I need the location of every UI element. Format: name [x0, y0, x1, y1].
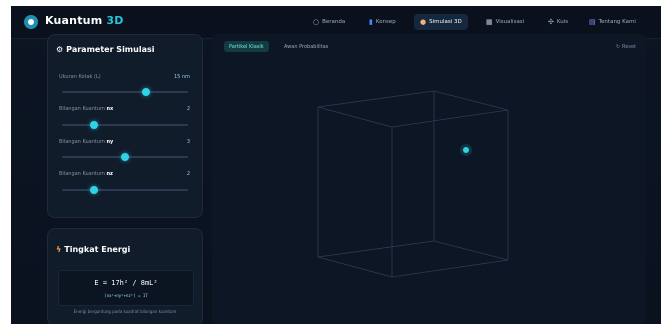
ny-label-prefix: Bilangan Kuantum: [59, 139, 105, 145]
ny-symbol: ny: [106, 139, 114, 145]
users-icon: ▤: [589, 17, 596, 26]
nav-item-visualisasi[interactable]: ▦ Visualisasi: [486, 14, 524, 30]
nav-item-label: Tentang Kami: [598, 19, 636, 25]
energy-panel: ϟ Tingkat Energi E = 17h² / 8mL² (nx²+ny…: [47, 228, 203, 324]
nz-symbol: nz: [106, 171, 113, 177]
lightning-icon: ϟ: [56, 245, 62, 254]
nx-symbol: nx: [106, 106, 114, 112]
book-icon: ▮: [369, 17, 373, 26]
ny-label: Bilangan Kuantum ny: [59, 139, 113, 145]
box-size-label: Ukuran Kotak (L): [59, 74, 101, 80]
chart-icon: ▦: [486, 17, 493, 26]
ny-slider[interactable]: [62, 153, 188, 161]
parameter-panel-title: ⚙ Parameter Simulasi: [56, 45, 154, 54]
slider-thumb[interactable]: [89, 121, 98, 129]
cube-canvas: [317, 90, 509, 278]
parameter-title-text: Parameter Simulasi: [66, 45, 155, 54]
nav-item-label: Konsep: [375, 19, 396, 25]
nav-item-konsep[interactable]: ▮ Konsep: [369, 14, 396, 30]
nx-label: Bilangan Kuantum nx: [59, 106, 113, 112]
energy-panel-title: ϟ Tingkat Energi: [56, 245, 130, 254]
nav-item-label: Visualisasi: [495, 19, 525, 25]
nav-item-beranda[interactable]: ○ Beranda: [313, 14, 345, 30]
nx-value: 2: [186, 106, 190, 112]
quantum-particle: [463, 147, 469, 153]
box-size-value: 15 nm: [174, 74, 190, 80]
nx-slider[interactable]: [62, 121, 188, 129]
circle-icon: ○: [313, 17, 320, 26]
brand-title[interactable]: Kuantum 3D: [45, 14, 124, 27]
box-size-slider[interactable]: [62, 88, 188, 96]
brand-name: Kuantum: [45, 14, 103, 27]
nz-label-prefix: Bilangan Kuantum: [59, 171, 105, 177]
slider-thumb[interactable]: [121, 153, 129, 161]
cube-bottom-face: [317, 240, 509, 278]
energy-title-text: Tingkat Energi: [64, 245, 131, 254]
brand-suffix: 3D: [106, 14, 124, 27]
nav-item-kuis[interactable]: ✣ Kuis: [548, 14, 568, 30]
energy-note: Energi bergantung pada kuadrat bilangan …: [73, 309, 177, 314]
ny-value: 3: [186, 139, 190, 145]
nz-label: Bilangan Kuantum nz: [59, 171, 113, 177]
gear-icon: ⚙: [56, 45, 64, 54]
nav-item-label: Beranda: [322, 19, 346, 25]
app-window: Kuantum 3D ○ Beranda ▮ Konsep ● Simulasi…: [11, 6, 661, 324]
nav-item-tentang-kami[interactable]: ▤ Tentang Kami: [589, 14, 636, 30]
atom-icon: ●: [420, 17, 427, 26]
nav-item-simulasi-3d[interactable]: ● Simulasi 3D: [414, 14, 468, 30]
nz-slider[interactable]: [62, 186, 188, 194]
nav-item-label: Simulasi 3D: [429, 19, 462, 25]
simulation-viewer[interactable]: Partikel Klasik Awan Probabilitas ↻ Rese…: [212, 34, 646, 324]
nz-value: 2: [186, 171, 190, 177]
quantum-sum: (nx²+ny²+nz²) = 17: [104, 293, 148, 298]
nx-label-prefix: Bilangan Kuantum: [59, 106, 105, 112]
cube-top-face: [317, 90, 509, 128]
puzzle-icon: ✣: [548, 17, 554, 26]
atom-logo-icon: [24, 15, 38, 29]
slider-thumb[interactable]: [89, 186, 98, 194]
slider-thumb[interactable]: [142, 88, 151, 96]
energy-formula-box: E = 17h² / 8mL² (nx²+ny²+nz²) = 17: [58, 270, 194, 306]
energy-formula: E = 17h² / 8mL²: [94, 279, 158, 287]
parameter-panel: ⚙ Parameter Simulasi Ukuran Kotak (L) 15…: [47, 34, 203, 218]
nav-item-label: Kuis: [556, 19, 569, 25]
